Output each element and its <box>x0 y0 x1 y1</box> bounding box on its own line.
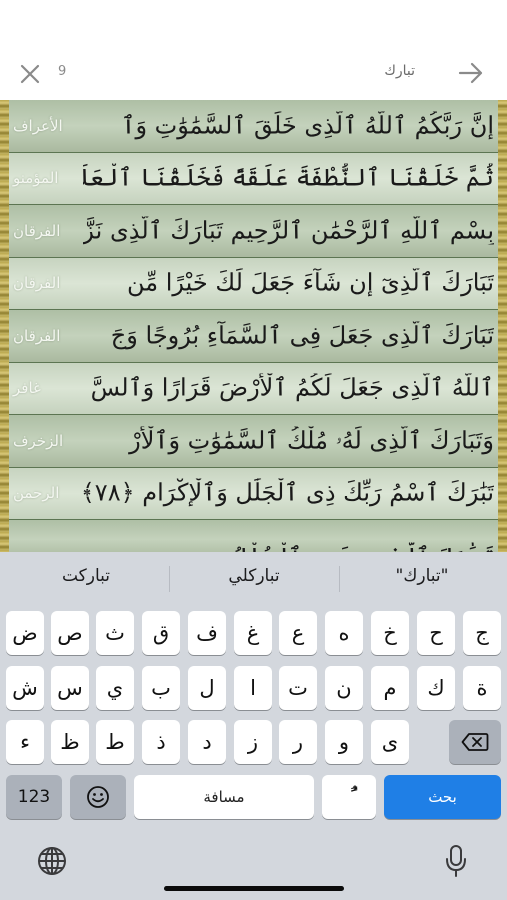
result-row[interactable]: المؤمنو ثُمَّ خَلَقْنَا ٱلنُّطْفَةَ عَلَ… <box>9 152 498 205</box>
surah-name: الزخرف <box>13 431 64 450</box>
key[interactable]: ث <box>96 611 134 655</box>
close-icon[interactable] <box>18 62 42 86</box>
backspace-icon <box>461 733 489 751</box>
result-row[interactable]: الأعراف إِنَّ رَبَّكُمُ ٱللَّهُ ٱلَّذِى … <box>9 100 498 153</box>
key[interactable]: ن <box>325 666 363 710</box>
suggestion-item[interactable]: تباركت <box>16 566 156 586</box>
result-row[interactable]: الفرقان بِسْمِ ٱللَّهِ ٱلرَّحْمَٰنِ ٱلرَ… <box>9 205 498 258</box>
key[interactable]: ب <box>142 666 180 710</box>
verse-text: إِنَّ رَبَّكُمُ ٱللَّهُ ٱلَّذِى خَلَقَ ٱ… <box>121 111 494 140</box>
numbers-key[interactable]: 123 <box>6 775 62 819</box>
key[interactable]: ى <box>371 720 409 764</box>
key[interactable]: د <box>188 720 226 764</box>
surah-name: الفرقان <box>13 326 61 345</box>
microphone-icon[interactable] <box>445 844 467 878</box>
key[interactable]: ع <box>279 611 317 655</box>
key[interactable]: غ <box>234 611 272 655</box>
surah-name: الفرقان <box>13 221 61 240</box>
key[interactable]: ح <box>417 611 455 655</box>
key[interactable]: ك <box>417 666 455 710</box>
surah-name: الأعراف <box>13 116 63 135</box>
surah-name: الفرقان <box>13 274 61 293</box>
key[interactable]: ل <box>188 666 226 710</box>
space-key[interactable]: مسافة <box>134 775 314 819</box>
suggestion-divider <box>339 566 340 592</box>
key[interactable]: س <box>51 666 89 710</box>
result-row[interactable]: غافر ٱللَّهُ ٱلَّذِى جَعَلَ لَكُمُ ٱلْأَ… <box>9 362 498 415</box>
backspace-key[interactable] <box>449 720 501 764</box>
key[interactable]: ض <box>6 611 44 655</box>
key[interactable]: ز <box>234 720 272 764</box>
suggestion-item[interactable]: "تبارك" <box>352 566 492 586</box>
verse-text: تَبَارَكَ ٱلَّذِى جَعَلَ فِى ٱلسَّمَآءِ … <box>110 321 494 350</box>
search-header: 9 تبارك <box>0 0 507 100</box>
key[interactable]: ر <box>279 720 317 764</box>
verse-text: بِسْمِ ٱللَّهِ ٱلرَّحْمَٰنِ ٱلرَّحِيمِ ت… <box>83 216 494 245</box>
search-query[interactable]: تبارك <box>384 63 415 79</box>
verse-text: ثُمَّ خَلَقْنَا ٱلنُّطْفَةَ عَلَقَةً فَخ… <box>83 163 494 192</box>
result-count: 9 <box>58 64 67 79</box>
result-row[interactable]: الفرقان تَبَارَكَ ٱلَّذِى جَعَلَ فِى ٱلس… <box>9 310 498 363</box>
key[interactable]: ة <box>463 666 501 710</box>
suggestion-bar: "تبارك" تباركلي تباركت <box>0 552 507 604</box>
key[interactable]: ش <box>6 666 44 710</box>
result-row[interactable]: تَبَٰرَكَ ٱلَّذِى بِيَدِهِ ٱلْمُلْكُ <box>9 520 498 552</box>
key[interactable]: م <box>371 666 409 710</box>
result-row[interactable]: الفرقان تَبَارَكَ ٱلَّذِىٓ إِن شَآءَ جَع… <box>9 257 498 310</box>
globe-icon[interactable] <box>36 845 68 877</box>
result-row[interactable]: الزخرف وَتَبَارَكَ ٱلَّذِى لَهُۥ مُلْكُ … <box>9 415 498 468</box>
key[interactable]: ي <box>96 666 134 710</box>
surah-name: الرحمن <box>13 484 60 503</box>
keyboard: "تبارك" تباركلي تباركت ج ح خ ه ع غ ف ق ث… <box>0 552 507 900</box>
key[interactable]: خ <box>371 611 409 655</box>
key[interactable]: ظ <box>51 720 89 764</box>
verse-text: تَبَٰرَكَ ٱسْمُ رَبِّكَ ذِى ٱلْجَلَٰلِ و… <box>83 478 494 507</box>
key[interactable]: ه <box>325 611 363 655</box>
verse-text: تَبَٰرَكَ ٱلَّذِى بِيَدِهِ ٱلْمُلْكُ <box>83 542 494 552</box>
key[interactable]: ج <box>463 611 501 655</box>
key[interactable]: ق <box>142 611 180 655</box>
verse-text: تَبَارَكَ ٱلَّذِىٓ إِن شَآءَ جَعَلَ لَكَ… <box>126 268 494 297</box>
key[interactable]: و <box>325 720 363 764</box>
key[interactable]: ء <box>6 720 44 764</box>
result-row[interactable]: الرحمن تَبَٰرَكَ ٱسْمُ رَبِّكَ ذِى ٱلْجَ… <box>9 467 498 520</box>
home-indicator[interactable] <box>164 886 344 891</box>
search-button[interactable]: بحث <box>384 775 501 819</box>
verse-text: ٱللَّهُ ٱلَّذِى جَعَلَ لَكُمُ ٱلْأَرْضَ … <box>90 373 494 402</box>
arrow-right-icon[interactable] <box>457 60 485 86</box>
key[interactable]: ف <box>188 611 226 655</box>
key[interactable]: ص <box>51 611 89 655</box>
key[interactable]: ت <box>279 666 317 710</box>
verse-text: وَتَبَارَكَ ٱلَّذِى لَهُۥ مُلْكُ ٱلسَّمَ… <box>129 426 494 455</box>
diacritic-key[interactable]: ًُ <box>322 775 376 819</box>
suggestion-item[interactable]: تباركلي <box>184 566 324 586</box>
emoji-icon <box>87 786 109 808</box>
surah-name: المؤمنو <box>13 169 59 188</box>
key[interactable]: ا <box>234 666 272 710</box>
surah-name: غافر <box>13 379 41 398</box>
suggestion-divider <box>169 566 170 592</box>
key[interactable]: ط <box>96 720 134 764</box>
emoji-key[interactable] <box>70 775 126 819</box>
search-results-list: الأعراف إِنَّ رَبَّكُمُ ٱللَّهُ ٱلَّذِى … <box>0 100 507 552</box>
key[interactable]: ذ <box>142 720 180 764</box>
